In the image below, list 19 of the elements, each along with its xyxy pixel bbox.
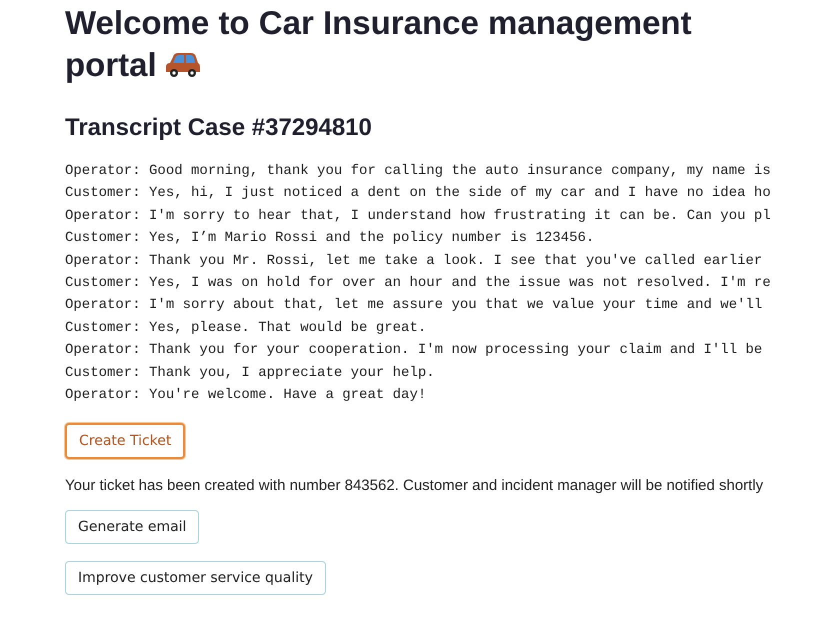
transcript-line: Customer: Thank you, I appreciate your help.	[65, 364, 436, 383]
action-button[interactable]: Generate email	[65, 510, 200, 544]
transcript-line: Customer: Yes, I’m Mario Rossi and the policy number is 123456.	[65, 229, 596, 248]
transcript-line: Operator: Good morning, thank you for calling the auto insurance company, my name is	[65, 162, 771, 181]
car-icon	[164, 51, 201, 79]
transcript-line: Customer: Yes, I was on hold for over an hour and the issue was not resolved. I'm re	[65, 274, 771, 294]
transcript-line: Operator: Thank you Mr. Rossi, let me take a look. I see that you've called earlier	[65, 252, 764, 271]
transcript-line: Customer: Yes, please. That would be great.	[65, 318, 428, 338]
page-title: Welcome to Car Insurance management	[65, 3, 692, 43]
page-title: portal	[65, 45, 157, 85]
transcript-line: Operator: Thank you for your cooperation. I'm now processing your claim and I'll be	[65, 341, 764, 360]
transcript-line: Customer: Yes, hi, I just noticed a dent on the side of my car and I have no idea ho	[65, 184, 771, 204]
action-button[interactable]: Improve customer service quality	[65, 561, 326, 596]
action-button[interactable]: Create Ticket	[65, 423, 186, 460]
transcript-line: Operator: You're welcome. Have a great day!	[65, 386, 428, 406]
transcript-line: Operator: I'm sorry about that, let me assure you that we value your time and we'll	[65, 296, 764, 316]
ticket-message: Your ticket has been created with number 843562. Customer and incident manager will be notified shortly	[65, 477, 764, 494]
transcript-heading: Transcript Case #37294810	[65, 114, 372, 142]
transcript-line: Operator: I'm sorry to hear that, I understand how frustrating it can be. Can you pl	[65, 206, 771, 226]
